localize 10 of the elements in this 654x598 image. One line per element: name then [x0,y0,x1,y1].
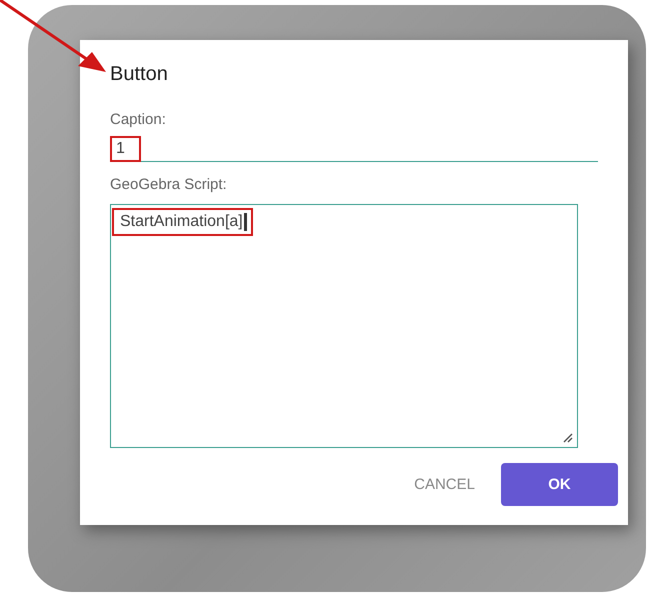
script-value: StartAnimation[a] [112,208,253,236]
script-label: GeoGebra Script: [110,176,228,194]
caption-field[interactable]: 1 [110,133,598,162]
ok-button[interactable]: OK [501,463,618,506]
caption-label: Caption: [110,111,167,129]
script-field[interactable]: StartAnimation[a] [110,204,578,448]
dialog-title: Button [110,62,169,86]
resize-grip-icon[interactable] [561,431,573,443]
caption-value: 1 [110,136,141,162]
cancel-button[interactable]: CANCEL [410,468,479,501]
